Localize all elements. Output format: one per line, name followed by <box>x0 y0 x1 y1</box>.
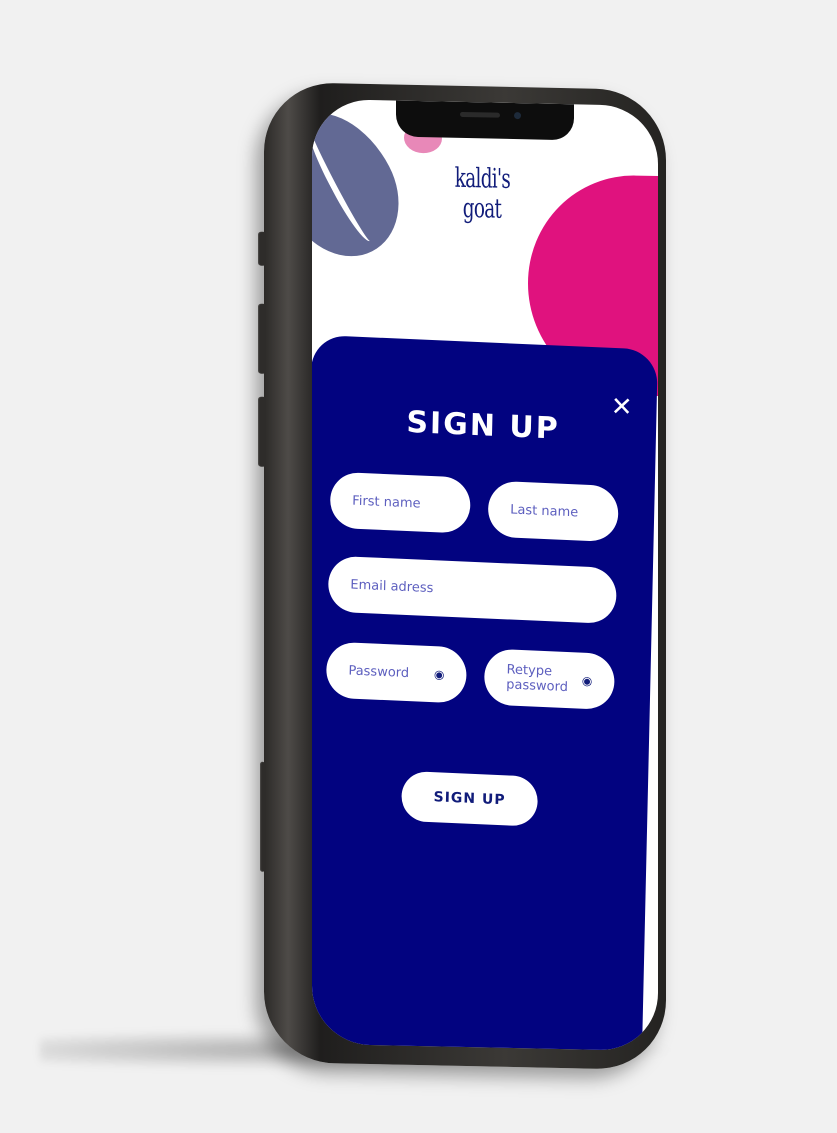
logo-line-1: kaldi's <box>454 162 511 195</box>
logo-line-2: goat <box>462 192 502 225</box>
sign-up-button[interactable]: SIGN UP <box>401 770 539 827</box>
first-name-field[interactable]: First name <box>329 471 471 534</box>
first-name-placeholder: First name <box>352 493 421 512</box>
mute-switch <box>258 231 266 266</box>
mockup-scene: kaldi's goat ✕ SIGN UP First name Last n… <box>0 0 837 1133</box>
volume-up-button <box>258 303 266 374</box>
last-name-field[interactable]: Last name <box>487 480 619 543</box>
password-field[interactable]: Password ◉ <box>325 641 468 704</box>
notch <box>396 100 574 141</box>
signup-modal: ✕ SIGN UP First name Last name Email adr… <box>312 334 658 1052</box>
phone-device: kaldi's goat ✕ SIGN UP First name Last n… <box>258 81 666 1071</box>
eye-icon[interactable]: ◉ <box>582 674 593 688</box>
password-placeholder: Password <box>348 662 410 681</box>
modal-title: SIGN UP <box>406 404 561 447</box>
last-name-placeholder: Last name <box>510 501 579 520</box>
volume-down-button <box>258 396 266 467</box>
email-placeholder: Email adress <box>350 577 434 596</box>
front-camera <box>514 112 521 120</box>
sim-tray <box>260 761 265 872</box>
speaker-grille <box>460 111 500 118</box>
email-field[interactable]: Email adress <box>327 555 617 625</box>
eye-icon[interactable]: ◉ <box>434 667 445 681</box>
brand-logo: kaldi's goat <box>454 162 511 225</box>
phone-screen: kaldi's goat ✕ SIGN UP First name Last n… <box>312 98 658 1052</box>
retype-password-field[interactable]: Retype password ◉ <box>483 648 615 711</box>
retype-password-placeholder: Retype password <box>506 662 569 696</box>
